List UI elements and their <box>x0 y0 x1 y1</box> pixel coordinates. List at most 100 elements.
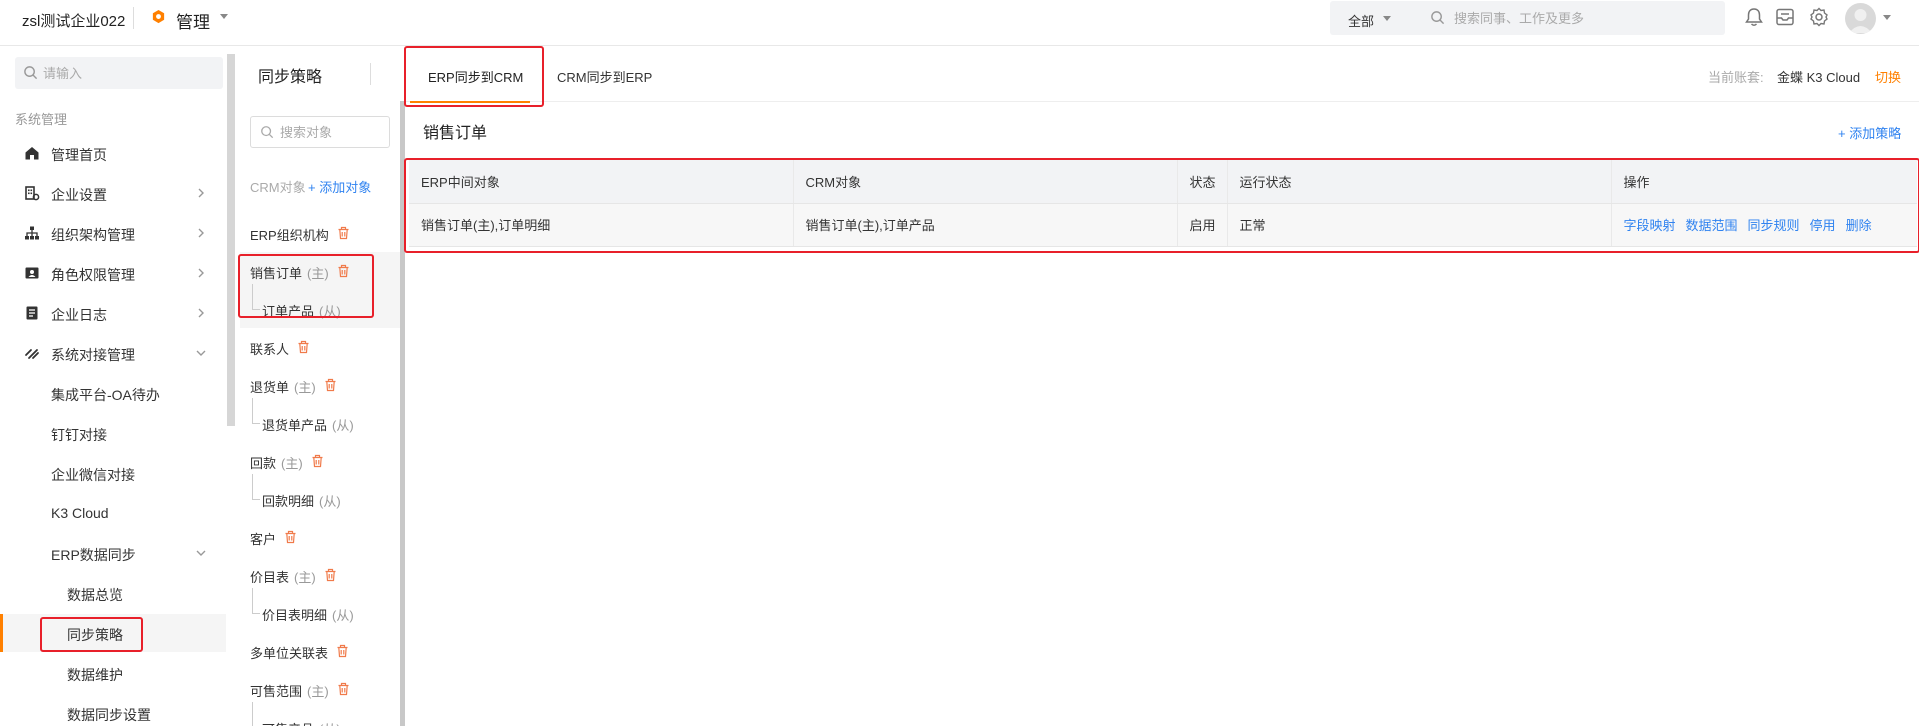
switch-account-link[interactable]: 切换 <box>1875 67 1901 86</box>
field-mapping-link[interactable]: 字段映射 <box>1624 218 1676 233</box>
sidebar-item-label: 系统对接管理 <box>51 347 135 363</box>
app-name[interactable]: 管理 <box>176 8 210 33</box>
tab-label: CRM同步到ERP <box>557 70 653 85</box>
tree-branch-line <box>252 284 260 310</box>
object-search-input[interactable] <box>280 122 385 142</box>
object-item[interactable]: 销售订单 (主) <box>240 252 400 290</box>
avatar[interactable] <box>1845 3 1876 34</box>
object-child-item[interactable]: 订单产品 (从) <box>240 284 400 328</box>
trash-icon[interactable] <box>337 264 350 278</box>
data-range-link[interactable]: 数据范围 <box>1686 218 1738 233</box>
column-header: 操作 <box>1611 160 1917 204</box>
object-label: 订单产品 (从) <box>262 301 341 320</box>
caret-down-icon[interactable] <box>1382 13 1392 23</box>
app-hexagon-icon <box>152 9 165 24</box>
sidebar-scrollbar[interactable] <box>227 54 235 426</box>
sidebar-search <box>15 57 223 89</box>
disable-link[interactable]: 停用 <box>1810 218 1836 233</box>
trash-icon[interactable] <box>337 226 350 240</box>
tab-label: ERP同步到CRM <box>428 70 524 85</box>
search-scope-select[interactable]: 全部 <box>1348 11 1374 30</box>
object-role: (主) <box>281 456 303 471</box>
sidebar-item-org-structure[interactable]: 组织架构管理 <box>0 214 226 252</box>
sidebar-item-label: 钉钉对接 <box>51 427 107 443</box>
object-role: (从) <box>319 304 341 319</box>
trash-icon[interactable] <box>297 340 310 354</box>
delete-link[interactable]: 删除 <box>1846 218 1872 233</box>
object-child-item[interactable]: 价目表明细 (从) <box>240 588 400 632</box>
section-title: 销售订单 <box>423 125 488 142</box>
global-search-input[interactable] <box>1454 7 1714 29</box>
object-child-item[interactable]: 退货单产品 (从) <box>240 398 400 442</box>
object-name: 退货单 <box>250 380 290 395</box>
object-item[interactable]: 价目表 (主) <box>240 556 400 594</box>
sidebar-item-label: 管理首页 <box>51 147 107 163</box>
sidebar-item-sync-strategy[interactable]: 同步策略 <box>0 614 226 652</box>
trash-icon[interactable] <box>324 568 337 582</box>
account-label: 当前账套: <box>1708 70 1764 85</box>
header-divider <box>133 7 134 29</box>
caret-down-icon[interactable] <box>218 10 230 22</box>
trash-icon[interactable] <box>336 644 349 658</box>
main-content: ERP同步到CRM CRM同步到ERP 当前账套: 金蝶 K3 Cloud 切换… <box>404 46 1919 726</box>
object-label: 联系人 <box>250 339 289 358</box>
object-name: 多单位关联表 <box>250 646 329 661</box>
sidebar-item-label: 数据总览 <box>67 587 123 603</box>
strategy-panel: 同步策略 CRM对象 + 添加对象 ERP组织机构销售订单 (主) 订单产品 (从) 联… <box>238 47 400 726</box>
object-item[interactable]: 联系人 <box>240 328 400 366</box>
object-item[interactable]: 客户 <box>240 518 400 556</box>
sidebar-search-input[interactable] <box>43 62 213 84</box>
trash-icon[interactable] <box>324 378 337 392</box>
sidebar-item-sync-settings[interactable]: 数据同步设置 <box>0 694 226 726</box>
sidebar-item-system-integration[interactable]: 系统对接管理 <box>0 334 226 372</box>
sidebar-item-wecom[interactable]: 企业微信对接 <box>0 454 226 492</box>
column-header: CRM对象 <box>793 160 1178 204</box>
trash-icon[interactable] <box>311 454 324 468</box>
object-role: (主) <box>294 570 316 585</box>
sync-rules-link[interactable]: 同步规则 <box>1748 218 1800 233</box>
org-chart-icon <box>25 226 39 240</box>
top-header: zsl测试企业022 管理 全部 <box>0 0 1919 46</box>
tab-crm-to-erp[interactable]: CRM同步到ERP <box>545 47 655 102</box>
sidebar-item-k3-cloud[interactable]: K3 Cloud <box>0 494 226 532</box>
sidebar-item-data-overview[interactable]: 数据总览 <box>0 574 226 612</box>
sidebar-item-home[interactable]: 管理首页 <box>0 134 226 172</box>
sidebar-item-label: K3 Cloud <box>51 505 109 521</box>
sidebar-item-data-maintenance[interactable]: 数据维护 <box>0 654 226 692</box>
object-name: 价目表明细 <box>262 608 328 623</box>
object-role: (从) <box>319 494 341 509</box>
object-child-item[interactable]: 回款明细 (从) <box>240 474 400 518</box>
sidebar-item-enterprise-log[interactable]: 企业日志 <box>0 294 226 332</box>
tree-branch-line <box>252 398 260 424</box>
company-name[interactable]: zsl测试企业022 <box>22 10 125 31</box>
object-item[interactable]: 回款 (主) <box>240 442 400 480</box>
column-header: ERP中间对象 <box>409 160 794 204</box>
bell-icon[interactable] <box>1743 6 1765 28</box>
object-role: (主) <box>307 266 329 281</box>
object-item[interactable]: 多单位关联表 <box>240 632 400 670</box>
sidebar: 系统管理 管理首页 企业设置 组织架构管理 <box>0 47 228 726</box>
search-icon <box>261 126 274 139</box>
object-item[interactable]: 可售范围 (主) <box>240 670 400 708</box>
sidebar-item-erp-data-sync[interactable]: ERP数据同步 <box>0 534 226 572</box>
caret-down-icon[interactable] <box>1882 12 1892 22</box>
object-label: 回款明细 (从) <box>262 491 341 510</box>
add-object-button[interactable]: + 添加对象 <box>308 177 371 196</box>
object-item[interactable]: 退货单 (主) <box>240 366 400 404</box>
gear-icon[interactable] <box>1808 6 1830 28</box>
add-strategy-button[interactable]: + 添加策略 <box>1838 123 1901 142</box>
chevron-right-icon <box>198 308 204 318</box>
panel-title: 同步策略 <box>258 69 323 86</box>
crm-object-cell: 销售订单(主),订单产品 <box>793 203 1178 247</box>
object-child-item[interactable]: 可售产品 (从) <box>240 702 400 726</box>
tab-erp-to-crm[interactable]: ERP同步到CRM <box>410 47 530 103</box>
inbox-icon[interactable] <box>1774 6 1796 28</box>
trash-icon[interactable] <box>284 530 297 544</box>
sidebar-item-enterprise-settings[interactable]: 企业设置 <box>0 174 226 212</box>
object-item[interactable]: ERP组织机构 <box>240 214 400 252</box>
sidebar-item-dingtalk[interactable]: 钉钉对接 <box>0 414 226 452</box>
sidebar-item-oa-todo[interactable]: 集成平台-OA待办 <box>0 374 226 412</box>
trash-icon[interactable] <box>337 682 350 696</box>
object-label: 多单位关联表 <box>250 643 328 662</box>
sidebar-item-role-permission[interactable]: 角色权限管理 <box>0 254 226 292</box>
